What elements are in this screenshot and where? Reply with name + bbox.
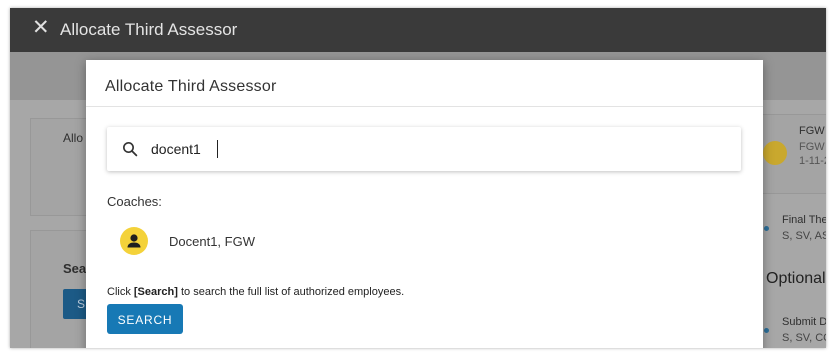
allocate-dialog: Allocate Third Assessor Coaches: Docent1… [86,60,763,348]
search-icon [123,142,138,157]
timeline-dot [764,226,769,231]
coaches-label: Coaches: [107,194,162,209]
search-box[interactable] [107,127,741,171]
background-item-title: Submit D [782,316,826,328]
timeline-dot [764,328,769,333]
person-icon [120,227,148,255]
background-item-sub: S, SV, CO [782,332,826,344]
window-title: Allocate Third Assessor [60,20,238,39]
background-item-sub: S, SV, AS [782,230,826,242]
background-card-label: Allo [63,131,84,145]
dialog-divider [86,106,763,107]
search-button[interactable]: SEARCH [107,304,183,334]
close-icon[interactable]: ✕ [32,16,50,40]
background-right-card: FGW S FGW V 1-11-2 [756,114,826,194]
background-heading: Optional [766,270,826,287]
background-item-title: Final The [782,214,826,226]
coach-list-item[interactable]: Docent1, FGW [107,222,507,260]
coach-name: Docent1, FGW [169,234,255,249]
search-input[interactable] [151,138,711,160]
text-caret [217,140,218,158]
dialog-title: Allocate Third Assessor [105,78,277,95]
top-bar: ✕ Allocate Third Assessor [10,8,826,52]
search-hint: Click [Search] to search the full list o… [107,286,405,298]
background-section-label: Sea [63,261,87,276]
background-avatar [763,141,787,165]
hint-search-keyword: [Search] [133,286,178,298]
app-window: ✕ Allocate Third Assessor Allo Sea S FGW… [10,8,826,348]
